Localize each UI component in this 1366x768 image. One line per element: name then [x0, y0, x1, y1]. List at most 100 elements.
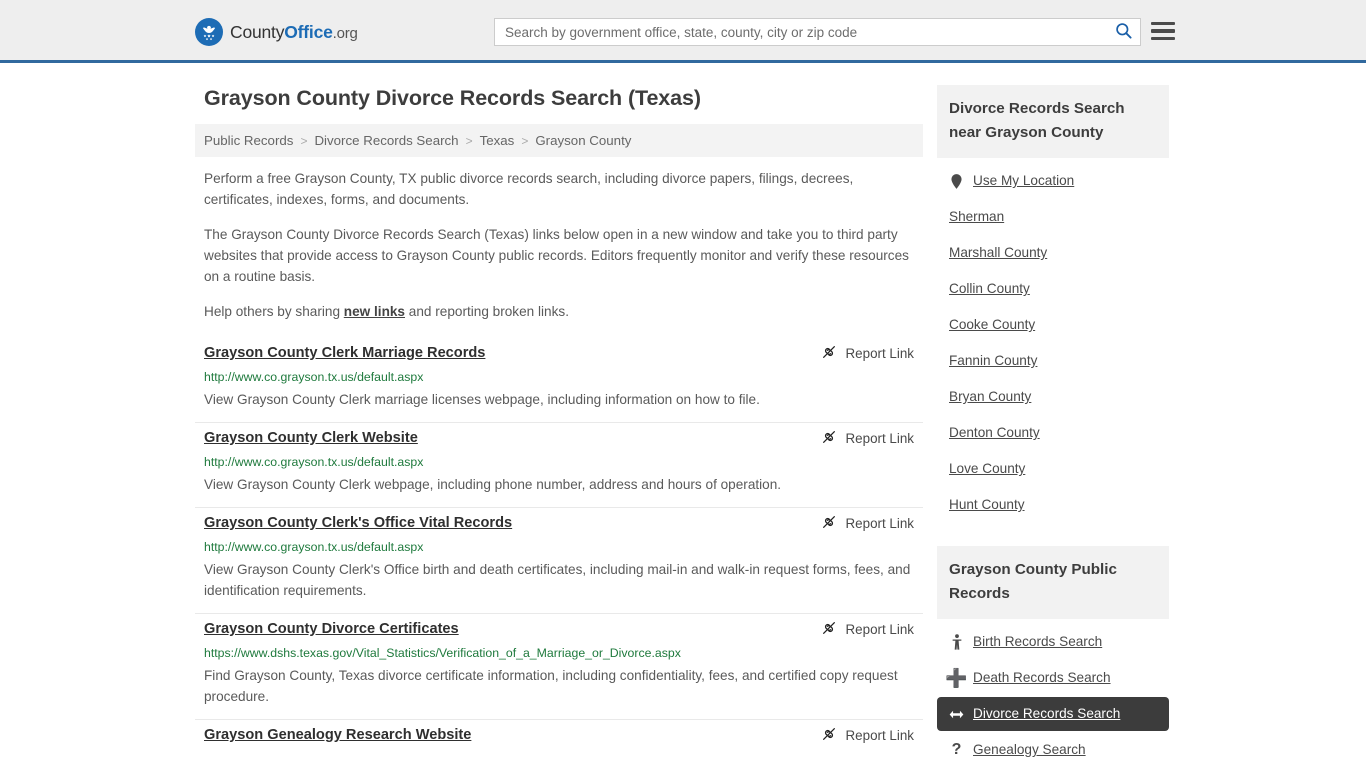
breadcrumb-item-divorce-records-search[interactable]: Divorce Records Search [314, 133, 458, 148]
breadcrumb-item-public-records[interactable]: Public Records [204, 133, 293, 148]
sidebar-item-label: Use My Location [973, 172, 1074, 190]
result-url: http://www.co.grayson.tx.us/default.aspx [204, 454, 914, 471]
sidebar-item-label: Death Records Search [973, 669, 1111, 687]
sidebar-item-bryan-county[interactable]: Bryan County [937, 380, 1169, 414]
page-body: Grayson County Divorce Records Search (T… [0, 63, 1366, 768]
hamburger-menu-icon[interactable] [1151, 20, 1175, 42]
sidebar-item-label: Marshall County [949, 244, 1047, 262]
result-url: http://www.co.grayson.tx.us/default.aspx [204, 539, 914, 556]
intro-p3-before: Help others by sharing [204, 304, 344, 319]
search-button[interactable] [1106, 19, 1140, 45]
unlink-icon [821, 344, 837, 363]
breadcrumb: Public Records > Divorce Records Search … [195, 124, 923, 157]
result-description: Find Grayson County, Texas divorce certi… [204, 665, 914, 707]
logo-text-office: Office [284, 22, 332, 42]
report-link-button[interactable]: Report Link [805, 344, 914, 363]
main-column: Grayson County Divorce Records Search (T… [195, 85, 923, 757]
result-item: Grayson County Clerk Marriage Records Re… [195, 338, 923, 423]
unlink-icon [821, 620, 837, 639]
sidebar-item-label: Birth Records Search [973, 633, 1102, 651]
intro-paragraph-1: Perform a free Grayson County, TX public… [204, 168, 914, 210]
result-description: View Grayson County Clerk's Office birth… [204, 559, 914, 601]
search-icon [1114, 21, 1133, 43]
result-description: View Grayson County Clerk marriage licen… [204, 389, 914, 410]
sidebar-item-label: Collin County [949, 280, 1030, 298]
county-office-eagle-icon [195, 18, 223, 46]
sidebar-item-death-records-search[interactable]: ➕ Death Records Search [937, 661, 1169, 695]
sidebar-item-label: Divorce Records Search [973, 705, 1120, 723]
site-logo[interactable]: CountyOffice.org [195, 18, 358, 46]
sidebar-item-use-my-location[interactable]: Use My Location [937, 164, 1169, 198]
result-title-link[interactable]: Grayson County Clerk's Office Vital Reco… [204, 513, 512, 533]
logo-text-county: County [230, 22, 284, 42]
result-title-link[interactable]: Grayson County Clerk Website [204, 428, 418, 448]
sidebar-item-denton-county[interactable]: Denton County [937, 416, 1169, 450]
result-header: Grayson County Clerk Marriage Records Re… [204, 343, 914, 363]
report-link-button[interactable]: Report Link [805, 620, 914, 639]
report-link-label: Report Link [846, 346, 914, 361]
sidebar-item-love-county[interactable]: Love County [937, 452, 1169, 486]
result-title-link[interactable]: Grayson County Divorce Certificates [204, 619, 459, 639]
arrows-left-right-icon [949, 708, 964, 721]
result-item: Grayson County Clerk Website Report Link… [195, 423, 923, 508]
unlink-icon [821, 429, 837, 448]
content-container: Grayson County Divorce Records Search (T… [195, 85, 1171, 768]
breadcrumb-separator-icon: > [521, 134, 528, 148]
child-icon [949, 634, 964, 650]
result-item: Grayson County Divorce Certificates Repo… [195, 614, 923, 720]
breadcrumb-item-texas[interactable]: Texas [480, 133, 515, 148]
result-item: Grayson County Clerk's Office Vital Reco… [195, 508, 923, 614]
breadcrumb-separator-icon: > [466, 134, 473, 148]
breadcrumb-separator-icon: > [300, 134, 307, 148]
logo-text-org: .org [333, 25, 358, 42]
report-link-label: Report Link [846, 622, 914, 637]
intro-paragraph-2: The Grayson County Divorce Records Searc… [204, 224, 914, 287]
result-url: http://www.co.grayson.tx.us/default.aspx [204, 369, 914, 386]
site-header: CountyOffice.org [0, 0, 1366, 63]
intro-p3-after: and reporting broken links. [405, 304, 569, 319]
sidebar-divider [937, 524, 1169, 546]
sidebar-item-divorce-records-search[interactable]: Divorce Records Search [937, 697, 1169, 731]
sidebar-item-label: Sherman [949, 208, 1004, 226]
unlink-icon [821, 726, 837, 745]
logo-text: CountyOffice.org [230, 22, 358, 43]
hamburger-bar-3 [1151, 37, 1175, 40]
sidebar-item-birth-records-search[interactable]: Birth Records Search [937, 625, 1169, 659]
sidebar-item-cooke-county[interactable]: Cooke County [937, 308, 1169, 342]
result-description: View Grayson County Clerk webpage, inclu… [204, 474, 914, 495]
report-link-button[interactable]: Report Link [805, 726, 914, 745]
result-header: Grayson Genealogy Research Website Repor… [204, 725, 914, 745]
sidebar-item-marshall-county[interactable]: Marshall County [937, 236, 1169, 270]
sidebar-item-fannin-county[interactable]: Fannin County [937, 344, 1169, 378]
result-url: https://www.dshs.texas.gov/Vital_Statist… [204, 645, 914, 662]
sidebar-item-hunt-county[interactable]: Hunt County [937, 488, 1169, 522]
sidebar: Divorce Records Search near Grayson Coun… [937, 85, 1169, 768]
search-bar[interactable] [494, 18, 1141, 46]
sidebar-item-sherman[interactable]: Sherman [937, 200, 1169, 234]
result-header: Grayson County Clerk's Office Vital Reco… [204, 513, 914, 533]
sidebar-item-label: Genealogy Search [973, 741, 1086, 759]
sidebar-item-label: Love County [949, 460, 1025, 478]
sidebar-public-records-title: Grayson County Public Records [937, 546, 1169, 619]
report-link-label: Report Link [846, 516, 914, 531]
sidebar-item-collin-county[interactable]: Collin County [937, 272, 1169, 306]
new-links-link[interactable]: new links [344, 304, 405, 319]
result-title-link[interactable]: Grayson County Clerk Marriage Records [204, 343, 485, 363]
sidebar-item-label: Hunt County [949, 496, 1025, 514]
result-title-link[interactable]: Grayson Genealogy Research Website [204, 725, 471, 745]
plus-icon: ➕ [949, 672, 964, 684]
map-pin-icon [949, 174, 964, 189]
hamburger-bar-2 [1151, 29, 1175, 32]
hamburger-bar-1 [1151, 22, 1175, 25]
report-link-button[interactable]: Report Link [805, 514, 914, 533]
intro-paragraph-3: Help others by sharing new links and rep… [204, 301, 914, 322]
sidebar-item-label: Denton County [949, 424, 1040, 442]
sidebar-item-genealogy-search[interactable]: ? Genealogy Search [937, 733, 1169, 767]
report-link-button[interactable]: Report Link [805, 429, 914, 448]
question-mark-icon: ? [949, 744, 964, 756]
sidebar-item-label: Cooke County [949, 316, 1035, 334]
search-input[interactable] [495, 19, 1106, 45]
result-header: Grayson County Divorce Certificates Repo… [204, 619, 914, 639]
page-title: Grayson County Divorce Records Search (T… [204, 85, 923, 111]
report-link-label: Report Link [846, 728, 914, 743]
